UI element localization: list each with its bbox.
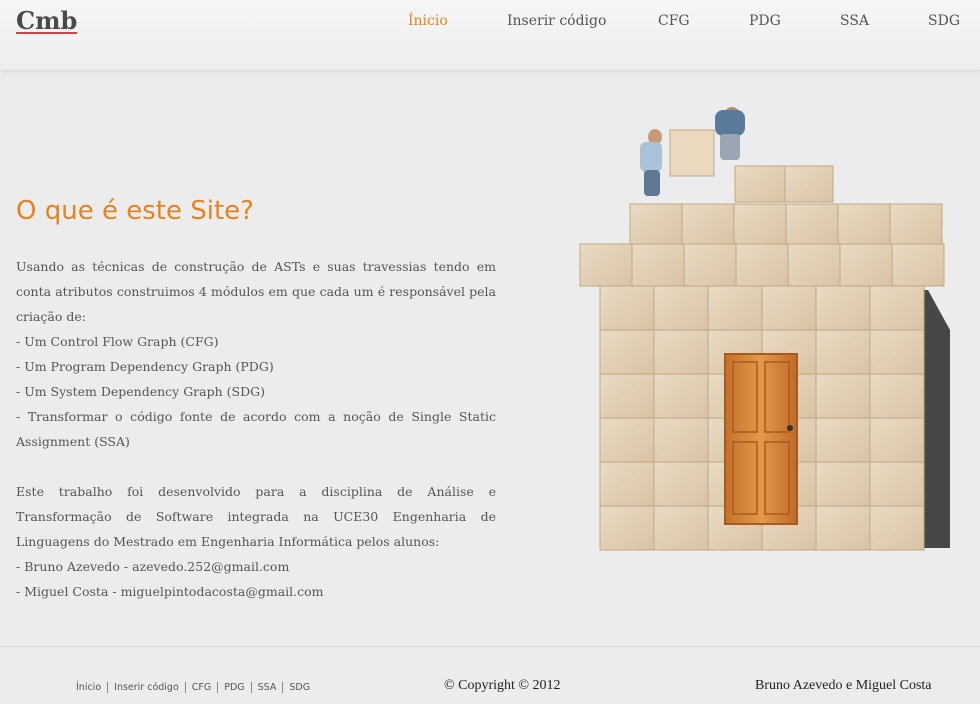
footer-link-inserir-codigo[interactable]: Inserir código bbox=[107, 682, 185, 693]
nav-inicio[interactable]: Ínicio bbox=[408, 13, 448, 29]
copyright-text: © Copyright © 2012 bbox=[444, 678, 561, 693]
footer-link-inicio[interactable]: Ínicio bbox=[76, 682, 107, 693]
site-logo[interactable]: Cmb bbox=[16, 6, 77, 35]
student-item: - Miguel Costa - miguelpintodacosta@gmai… bbox=[16, 584, 324, 599]
footer-nav: Ínicio Inserir código CFG PDG SSA SDG bbox=[76, 682, 317, 693]
door bbox=[724, 353, 798, 525]
list-item: - Transformar o código fonte de acordo c… bbox=[16, 409, 496, 449]
authors-text: Bruno Azevedo e Miguel Costa bbox=[755, 678, 932, 693]
footer-link-cfg[interactable]: CFG bbox=[184, 682, 218, 693]
list-item: - Um System Dependency Graph (SDG) bbox=[16, 384, 265, 399]
footer-divider bbox=[0, 646, 980, 647]
nav-cfg[interactable]: CFG bbox=[658, 13, 690, 29]
house-of-boxes-illustration bbox=[570, 100, 980, 560]
nav-inserir-codigo[interactable]: Inserir código bbox=[507, 13, 606, 29]
house-image bbox=[579, 107, 950, 551]
workers-figures bbox=[640, 107, 745, 196]
list-item: - Um Program Dependency Graph (PDG) bbox=[16, 359, 274, 374]
student-item: - Bruno Azevedo - azevedo.252@gmail.com bbox=[16, 559, 290, 574]
footer-link-ssa[interactable]: SSA bbox=[250, 682, 283, 693]
nav-ssa[interactable]: SSA bbox=[840, 13, 869, 29]
intro-text: Usando as técnicas de construção de ASTs… bbox=[16, 254, 496, 604]
footer-link-pdg[interactable]: PDG bbox=[217, 682, 251, 693]
header: Cmb Ínicio Inserir código CFG PDG SSA SD… bbox=[0, 0, 980, 71]
list-item: - Um Control Flow Graph (CFG) bbox=[16, 334, 219, 349]
nav-sdg[interactable]: SDG bbox=[928, 13, 960, 29]
footer-link-sdg[interactable]: SDG bbox=[282, 682, 317, 693]
intro-paragraph: Usando as técnicas de construção de ASTs… bbox=[16, 259, 496, 324]
credits-paragraph: Este trabalho foi desenvolvido para a di… bbox=[16, 484, 496, 549]
page-title: O que é este Site? bbox=[16, 196, 254, 226]
nav-pdg[interactable]: PDG bbox=[749, 13, 781, 29]
